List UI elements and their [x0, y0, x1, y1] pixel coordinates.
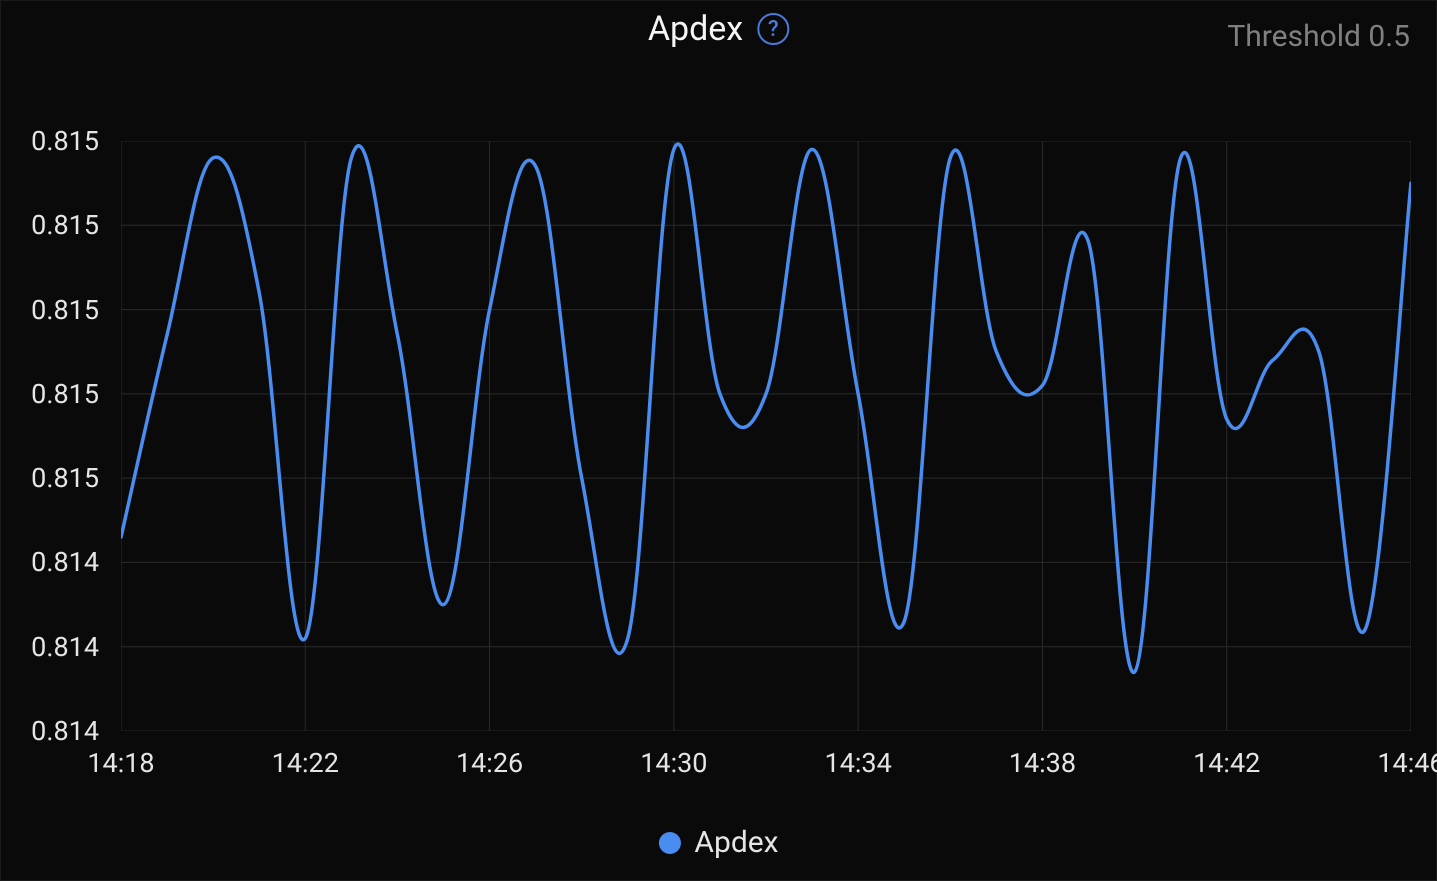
x-tick-label: 14:38	[1009, 747, 1076, 779]
chart-header: Apdex ? Threshold 0.5	[1, 9, 1436, 57]
title-wrap: Apdex ?	[648, 9, 789, 49]
y-tick-label: 0.815	[31, 209, 99, 241]
y-tick-label: 0.815	[31, 378, 99, 410]
legend[interactable]: Apdex	[658, 825, 778, 860]
help-icon[interactable]: ?	[757, 13, 789, 45]
y-tick-label: 0.815	[31, 125, 99, 157]
y-axis-ticks: 0.8150.8150.8150.8150.8150.8140.8140.814	[1, 141, 111, 731]
x-tick-label: 14:22	[272, 747, 339, 779]
y-tick-label: 0.815	[31, 462, 99, 494]
threshold-label: Threshold 0.5	[1227, 19, 1410, 54]
chart-svg	[121, 141, 1411, 731]
x-tick-label: 14:18	[87, 747, 154, 779]
plot-border	[121, 141, 1411, 731]
plot-area[interactable]	[121, 141, 1411, 731]
x-tick-label: 14:46	[1377, 747, 1437, 779]
y-tick-label: 0.815	[31, 294, 99, 326]
chart-panel: Apdex ? Threshold 0.5 0.815 0.815 0.815 0.8…	[0, 0, 1437, 881]
x-tick-label: 14:30	[640, 747, 707, 779]
y-tick-label: 0.814	[31, 546, 99, 578]
y-tick-label: 0.814	[31, 715, 99, 747]
grid	[121, 141, 1411, 731]
x-tick-label: 14:42	[1193, 747, 1260, 779]
series-line-apdex	[121, 144, 1411, 672]
legend-label: Apdex	[694, 825, 778, 860]
x-tick-label: 14:34	[825, 747, 892, 779]
y-tick-label: 0.814	[31, 631, 99, 663]
x-axis-ticks: 14:1814:2214:2614:3014:3414:3814:4214:46	[121, 743, 1411, 783]
chart-title: Apdex	[648, 9, 743, 49]
x-tick-label: 14:26	[456, 747, 523, 779]
legend-dot-icon	[658, 832, 680, 854]
